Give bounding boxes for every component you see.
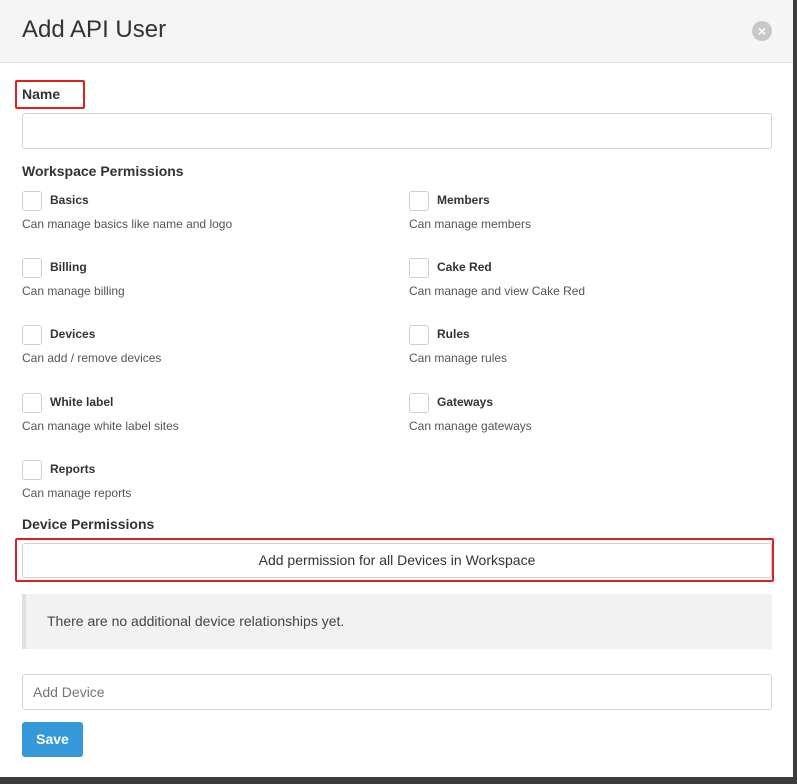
gateways-checkbox[interactable]	[409, 393, 429, 413]
backdrop-right	[793, 0, 797, 784]
add-device-input[interactable]	[22, 674, 772, 710]
permission-cake-red: Cake Red Can manage and view Cake Red	[409, 258, 769, 306]
permission-title: Cake Red	[437, 260, 492, 274]
permission-devices: Devices Can add / remove devices	[22, 325, 382, 373]
permission-description: Can manage and view Cake Red	[409, 284, 586, 298]
permission-gateways: Gateways Can manage gateways	[409, 393, 769, 441]
name-input[interactable]	[22, 113, 772, 149]
add-all-devices-button[interactable]: Add permission for all Devices in Worksp…	[22, 543, 772, 578]
devices-checkbox[interactable]	[22, 325, 42, 345]
permission-billing: Billing Can manage billing	[22, 258, 382, 306]
permission-title: White label	[50, 395, 114, 409]
close-icon[interactable]: ×	[752, 21, 772, 41]
permission-title: Members	[437, 193, 490, 207]
billing-checkbox[interactable]	[22, 258, 42, 278]
no-relationships-notice: There are no additional device relations…	[22, 594, 772, 649]
permission-members: Members Can manage members	[409, 191, 769, 239]
dialog-title: Add API User	[22, 16, 167, 43]
save-button[interactable]: Save	[22, 722, 83, 757]
permission-title: Devices	[50, 327, 96, 341]
permission-white-label: White label Can manage white label sites	[22, 393, 382, 441]
permission-title: Rules	[437, 327, 470, 341]
device-permissions-heading: Device Permissions	[22, 516, 155, 532]
white-label-checkbox[interactable]	[22, 393, 42, 413]
permission-description: Can manage rules	[409, 351, 508, 365]
permission-description: Can manage reports	[22, 486, 132, 500]
add-api-user-dialog: Add API User × Name Workspace Permission…	[0, 0, 795, 777]
workspace-permissions-heading: Workspace Permissions	[22, 163, 184, 179]
cake-red-checkbox[interactable]	[409, 258, 429, 278]
name-label: Name	[22, 86, 61, 102]
permission-title: Gateways	[437, 395, 494, 409]
notice-text: There are no additional device relations…	[47, 613, 345, 629]
permission-title: Basics	[50, 193, 89, 207]
permission-description: Can manage white label sites	[22, 419, 179, 433]
permission-description: Can manage billing	[22, 284, 125, 298]
permission-basics: Basics Can manage basics like name and l…	[22, 191, 382, 239]
permission-description: Can manage basics like name and logo	[22, 217, 233, 231]
permission-title: Billing	[50, 260, 87, 274]
members-checkbox[interactable]	[409, 191, 429, 211]
permission-rules: Rules Can manage rules	[409, 325, 769, 373]
dialog-header: Add API User ×	[0, 0, 794, 63]
basics-checkbox[interactable]	[22, 191, 42, 211]
reports-checkbox[interactable]	[22, 460, 42, 480]
permission-reports: Reports Can manage reports	[22, 460, 382, 508]
backdrop-bottom	[0, 777, 797, 784]
permission-description: Can add / remove devices	[22, 351, 162, 365]
rules-checkbox[interactable]	[409, 325, 429, 345]
permission-description: Can manage members	[409, 217, 532, 231]
permission-title: Reports	[50, 462, 96, 476]
permission-description: Can manage gateways	[409, 419, 532, 433]
